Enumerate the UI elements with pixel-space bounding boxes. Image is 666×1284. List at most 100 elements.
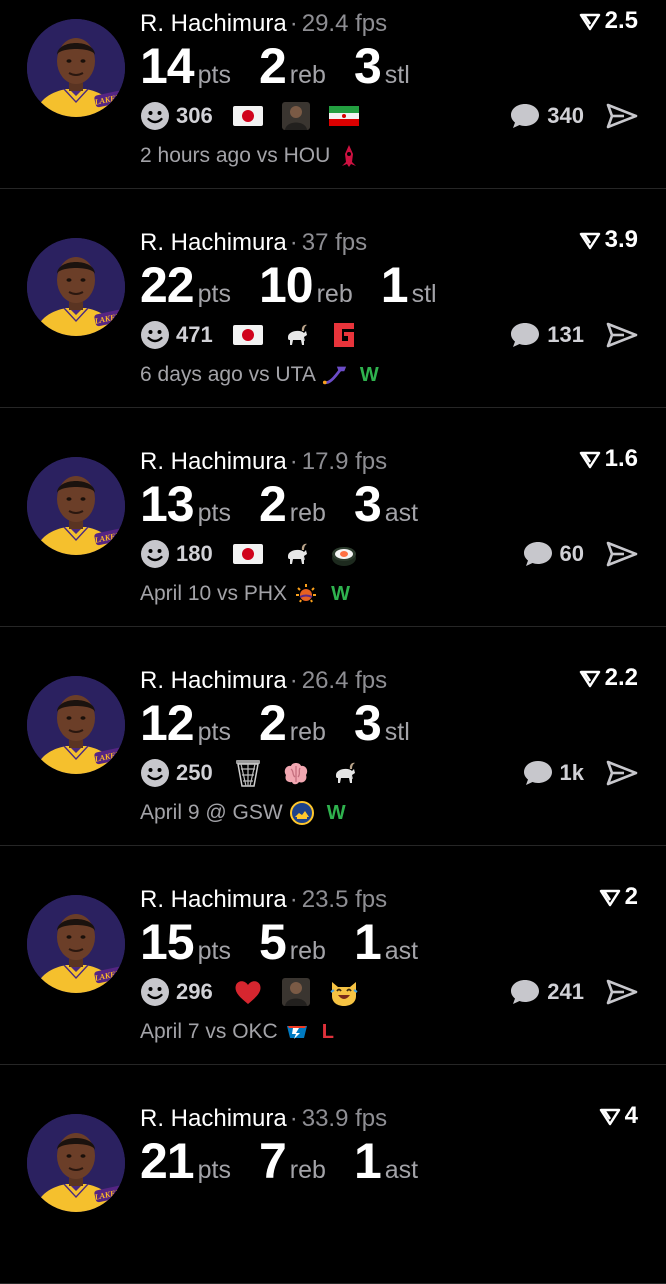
japan-flag-emoji[interactable] (231, 99, 265, 133)
stat-line: 12 pts 2 reb 3 stl (140, 693, 438, 753)
brain-emoji[interactable] (279, 756, 313, 790)
fantasy-points: 23.5 fps (301, 886, 388, 913)
reaction-row: 180 (140, 534, 375, 574)
player-name[interactable]: R. Hachimura (140, 667, 287, 694)
game-card[interactable]: LAKERS R. Hachimura · 37 fps 3.9 22 pts 10… (0, 189, 666, 408)
separator-dot: · (289, 667, 298, 694)
avatar[interactable]: LAKERS (27, 1114, 125, 1212)
reaction-row: 250 (140, 753, 375, 793)
comment-bubble-icon[interactable] (509, 978, 541, 1006)
opponent[interactable]: vs HOU (257, 144, 331, 168)
sushi-emoji[interactable] (327, 537, 361, 571)
comment-area: 340 (509, 96, 638, 136)
fantasy-points: 17.9 fps (301, 448, 388, 475)
vote-score[interactable]: 2 (599, 882, 638, 912)
stat-unit: reb (289, 937, 326, 965)
game-card[interactable]: LAKERS R. Hachimura · 33.9 fps 4 21 pts 7 … (0, 1065, 666, 1284)
game-time: April 10 (140, 582, 212, 605)
player-headshot: LAKERS (27, 676, 125, 774)
separator-dot: · (289, 229, 298, 256)
vote-score[interactable]: 2.5 (579, 6, 638, 36)
avatar[interactable]: LAKERS (27, 238, 125, 336)
stat-value: 1 (353, 914, 382, 970)
share-send-icon[interactable] (606, 759, 638, 787)
game-card[interactable]: LAKERS R. Hachimura · 26.4 fps 2.2 12 pts … (0, 627, 666, 846)
vote-score[interactable]: 2.2 (579, 663, 638, 693)
player-name[interactable]: R. Hachimura (140, 448, 287, 475)
player-line: R. Hachimura · 26.4 fps (140, 667, 387, 695)
stat-value: 3 (353, 476, 382, 532)
stat-unit: pts (197, 937, 231, 965)
smiley-reaction-icon[interactable] (140, 977, 170, 1007)
player-name[interactable]: R. Hachimura (140, 886, 287, 913)
smiley-reaction-icon[interactable] (140, 101, 170, 131)
game-card[interactable]: LAKERS R. Hachimura · 29.4 fps 2.5 14 pts … (0, 0, 666, 189)
iran-flag-emoji[interactable] (327, 99, 361, 133)
share-send-icon[interactable] (606, 978, 638, 1006)
comment-count: 340 (547, 103, 584, 128)
opponent[interactable]: @ GSW (205, 801, 282, 825)
game-card[interactable]: LAKERS R. Hachimura · 17.9 fps 1.6 13 pts … (0, 408, 666, 627)
goat-emoji[interactable] (279, 537, 313, 571)
opponent[interactable]: vs UTA (249, 363, 316, 387)
stat-reb: 10 reb (259, 255, 353, 315)
game-card[interactable]: LAKERS R. Hachimura · 23.5 fps 2 15 pts 5 … (0, 846, 666, 1065)
stat-value: 5 (258, 914, 287, 970)
basketball-hoop-emoji[interactable] (231, 756, 265, 790)
stat-stl: 3 stl (354, 693, 410, 753)
opponent[interactable]: vs OKC (205, 1020, 277, 1044)
red-heart-emoji[interactable] (231, 975, 265, 1009)
smiley-reaction-icon[interactable] (140, 758, 170, 788)
reaction-row: 471 (140, 315, 375, 355)
stat-unit: pts (197, 280, 231, 308)
red-logo-emoji[interactable] (327, 318, 361, 352)
player-name[interactable]: R. Hachimura (140, 229, 287, 256)
player-line: R. Hachimura · 29.4 fps (140, 10, 387, 38)
game-meta: 6 days ago vs UTA W (140, 359, 379, 391)
japan-flag-emoji[interactable] (231, 537, 265, 571)
player-line: R. Hachimura · 37 fps (140, 229, 367, 257)
comment-bubble-icon[interactable] (522, 540, 554, 568)
smiley-reaction-icon[interactable] (140, 539, 170, 569)
comment-bubble-icon[interactable] (522, 759, 554, 787)
reaction-count: 250 (176, 760, 213, 785)
stat-value: 13 (140, 476, 195, 532)
comment-count: 131 (547, 322, 584, 347)
player-headshot: LAKERS (27, 1114, 125, 1212)
game-feed: LAKERS R. Hachimura · 29.4 fps 2.5 14 pts … (0, 0, 666, 1284)
avatar[interactable]: LAKERS (27, 457, 125, 555)
stat-unit: reb (316, 280, 353, 308)
smiley-reaction-icon[interactable] (140, 320, 170, 350)
goat-emoji[interactable] (279, 318, 313, 352)
laughing-cat-emoji[interactable] (327, 975, 361, 1009)
stat-pts: 21 pts (140, 1131, 231, 1191)
player-headshot: LAKERS (27, 238, 125, 336)
vote-score[interactable]: 1.6 (579, 444, 638, 474)
person-photo-emoji[interactable] (279, 975, 313, 1009)
suns-logo-icon (293, 581, 319, 607)
player-name[interactable]: R. Hachimura (140, 10, 287, 37)
comment-bubble-icon[interactable] (509, 321, 541, 349)
comment-bubble-icon[interactable] (509, 102, 541, 130)
goat-emoji[interactable] (327, 756, 361, 790)
person-photo-emoji[interactable] (279, 99, 313, 133)
stat-value: 10 (258, 257, 314, 313)
share-send-icon[interactable] (606, 102, 638, 130)
avatar[interactable]: LAKERS (27, 895, 125, 993)
rockets-logo-icon (336, 143, 362, 169)
japan-flag-emoji[interactable] (231, 318, 265, 352)
share-send-icon[interactable] (606, 540, 638, 568)
vote-score[interactable]: 4 (599, 1101, 638, 1131)
avatar[interactable]: LAKERS (27, 19, 125, 117)
stat-unit: stl (384, 61, 410, 89)
comment-count: 60 (559, 541, 584, 566)
player-name[interactable]: R. Hachimura (140, 1105, 287, 1132)
share-send-icon[interactable] (606, 321, 638, 349)
stat-pts: 13 pts (140, 474, 231, 534)
vote-score[interactable]: 3.9 (579, 225, 638, 255)
vote-score-value: 3.9 (604, 226, 638, 253)
avatar[interactable]: LAKERS (27, 676, 125, 774)
opponent[interactable]: vs PHX (217, 582, 287, 606)
vote-score-value: 1.6 (604, 445, 638, 472)
stat-reb: 5 reb (259, 912, 326, 972)
